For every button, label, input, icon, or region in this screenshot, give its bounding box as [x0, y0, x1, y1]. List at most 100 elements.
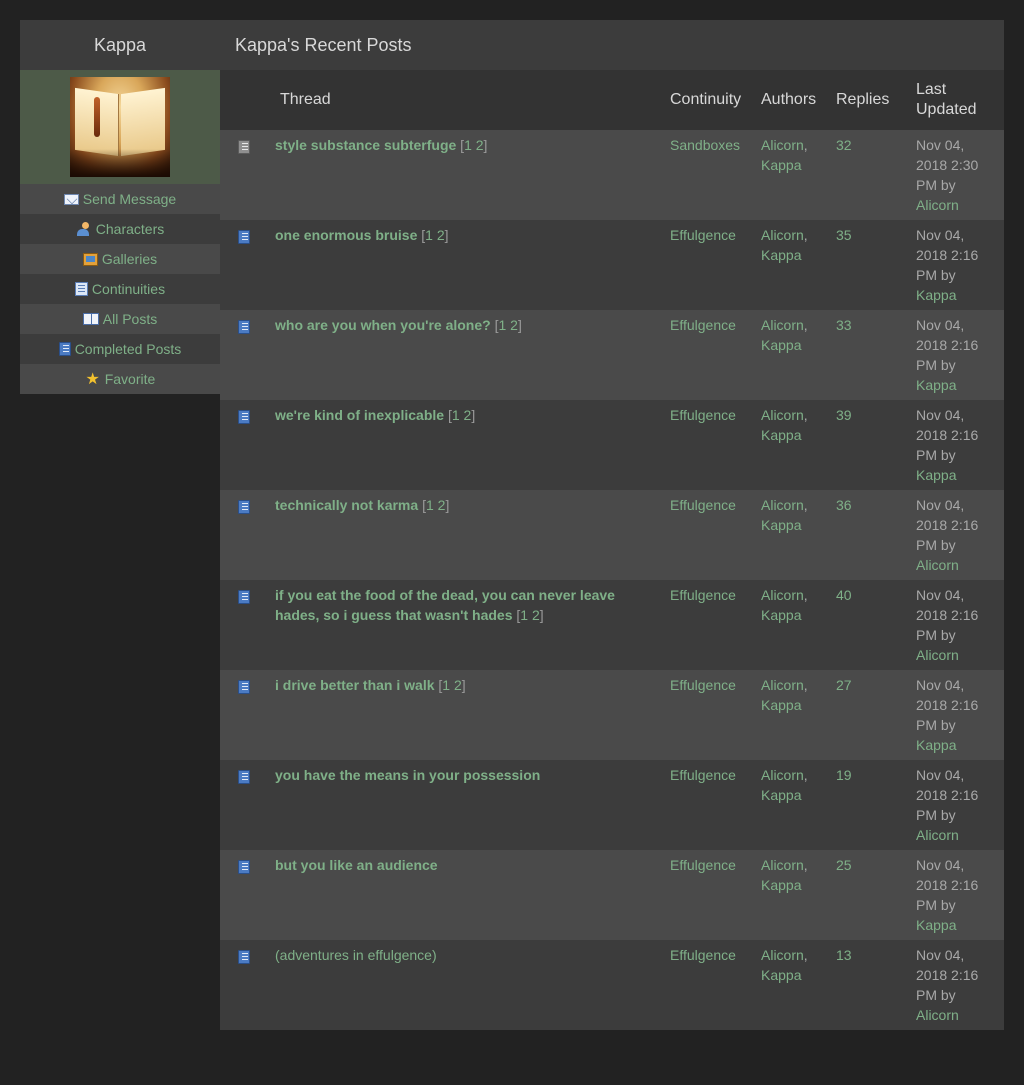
last-updated-by-link[interactable]: Alicorn: [916, 197, 959, 213]
author-link[interactable]: Kappa: [761, 157, 801, 173]
page-link-2[interactable]: 2: [464, 407, 472, 423]
last-updated-by-link[interactable]: Kappa: [916, 377, 956, 393]
replies-count-link[interactable]: 32: [836, 137, 852, 153]
author-link[interactable]: Kappa: [761, 247, 801, 263]
author-link[interactable]: Alicorn: [761, 407, 804, 423]
avatar[interactable]: [70, 77, 170, 177]
galleries-link[interactable]: Galleries: [20, 244, 220, 274]
thread-link[interactable]: one enormous bruise: [275, 227, 417, 243]
last-updated-by-link[interactable]: Kappa: [916, 287, 956, 303]
replies-count-link[interactable]: 19: [836, 767, 852, 783]
replies-count-link[interactable]: 40: [836, 587, 852, 603]
continuity-link[interactable]: Effulgence: [670, 587, 736, 603]
continuity-cell: Effulgence: [665, 400, 756, 490]
author-link[interactable]: Alicorn: [761, 227, 804, 243]
thread-cell: (adventures in effulgence): [270, 940, 665, 1030]
continuity-link[interactable]: Sandboxes: [670, 137, 740, 153]
replies-count-link[interactable]: 27: [836, 677, 852, 693]
last-updated-text: Nov 04, 2018 2:16 PM by: [916, 587, 979, 643]
page-link-1[interactable]: 1: [426, 497, 434, 513]
book-icon: [238, 230, 250, 244]
thread-link[interactable]: if you eat the food of the dead, you can…: [275, 587, 615, 623]
last-updated-by-link[interactable]: Alicorn: [916, 647, 959, 663]
last-updated-by-link[interactable]: Alicorn: [916, 1007, 959, 1023]
last-updated-by-link[interactable]: Alicorn: [916, 557, 959, 573]
continuity-link[interactable]: Effulgence: [670, 497, 736, 513]
replies-count-link[interactable]: 13: [836, 947, 852, 963]
replies-count-link[interactable]: 39: [836, 407, 852, 423]
thread-link[interactable]: who are you when you're alone?: [275, 317, 491, 333]
author-link[interactable]: Alicorn: [761, 947, 804, 963]
continuity-link[interactable]: Effulgence: [670, 857, 736, 873]
author-link[interactable]: Kappa: [761, 697, 801, 713]
thread-link[interactable]: you have the means in your possession: [275, 767, 540, 783]
continuity-link[interactable]: Effulgence: [670, 677, 736, 693]
continuity-cell: Effulgence: [665, 760, 756, 850]
replies-count-link[interactable]: 36: [836, 497, 852, 513]
continuity-link[interactable]: Effulgence: [670, 947, 736, 963]
page-link-1[interactable]: 1: [464, 137, 472, 153]
continuities-label: Continuities: [91, 281, 166, 297]
thread-link[interactable]: but you like an audience: [275, 857, 438, 873]
thread-link[interactable]: we're kind of inexplicable: [275, 407, 444, 423]
author-link[interactable]: Alicorn: [761, 677, 804, 693]
author-link[interactable]: Kappa: [761, 427, 801, 443]
page-link-1[interactable]: 1: [498, 317, 506, 333]
favorite-link[interactable]: ★ Favorite: [20, 364, 220, 394]
page-link-2[interactable]: 2: [438, 497, 446, 513]
page-link-2[interactable]: 2: [476, 137, 484, 153]
page-link-1[interactable]: 1: [452, 407, 460, 423]
last-updated-by-link[interactable]: Alicorn: [916, 827, 959, 843]
last-updated-text: Nov 04, 2018 2:30 PM by: [916, 137, 979, 193]
continuity-link[interactable]: Effulgence: [670, 317, 736, 333]
continuities-link[interactable]: Continuities: [20, 274, 220, 304]
author-link[interactable]: Alicorn: [761, 317, 804, 333]
page-link-2[interactable]: 2: [454, 677, 462, 693]
page-link-1[interactable]: 1: [425, 227, 433, 243]
table-row: one enormous bruise [1 2] Effulgence Ali…: [220, 220, 1004, 310]
page-link-2[interactable]: 2: [437, 227, 445, 243]
last-updated-by-link[interactable]: Kappa: [916, 917, 956, 933]
continuity-cell: Sandboxes: [665, 130, 756, 220]
last-updated-by-link[interactable]: Kappa: [916, 467, 956, 483]
author-link[interactable]: Alicorn: [761, 587, 804, 603]
author-link[interactable]: Alicorn: [761, 137, 804, 153]
all-posts-link[interactable]: All Posts: [20, 304, 220, 334]
status-cell: [220, 940, 270, 1030]
thread-link[interactable]: technically not karma: [275, 497, 418, 513]
thread-link[interactable]: style substance subterfuge: [275, 137, 456, 153]
last-updated-text: Nov 04, 2018 2:16 PM by: [916, 407, 979, 463]
continuity-column-header: Continuity: [670, 91, 742, 108]
continuity-link[interactable]: Effulgence: [670, 227, 736, 243]
replies-count-link[interactable]: 35: [836, 227, 852, 243]
replies-count-link[interactable]: 25: [836, 857, 852, 873]
author-link[interactable]: Kappa: [761, 607, 801, 623]
last-updated-cell: Nov 04, 2018 2:16 PM by Alicorn: [911, 490, 1004, 580]
characters-link[interactable]: Characters: [20, 214, 220, 244]
last-updated-by-link[interactable]: Kappa: [916, 737, 956, 753]
thread-link[interactable]: (adventures in effulgence): [275, 947, 437, 963]
page-link-1[interactable]: 1: [520, 607, 528, 623]
author-link[interactable]: Kappa: [761, 967, 801, 983]
page-links: [1 2]: [516, 607, 544, 623]
author-link[interactable]: Kappa: [761, 877, 801, 893]
completed-posts-link[interactable]: Completed Posts: [20, 334, 220, 364]
author-link[interactable]: Kappa: [761, 337, 801, 353]
author-link[interactable]: Kappa: [761, 517, 801, 533]
thread-link[interactable]: i drive better than i walk: [275, 677, 435, 693]
continuity-link[interactable]: Effulgence: [670, 407, 736, 423]
continuity-link[interactable]: Effulgence: [670, 767, 736, 783]
page-link-1[interactable]: 1: [442, 677, 450, 693]
recent-posts-panel: Kappa's Recent Posts Thread Continuity A…: [220, 20, 1004, 1030]
page-link-2[interactable]: 2: [510, 317, 518, 333]
author-link[interactable]: Alicorn: [761, 857, 804, 873]
authors-column-header: Authors: [761, 91, 817, 108]
page-link-2[interactable]: 2: [532, 607, 540, 623]
page-links: [1 2]: [422, 497, 450, 513]
table-row: style substance subterfuge [1 2] Sandbox…: [220, 130, 1004, 220]
replies-count-link[interactable]: 33: [836, 317, 852, 333]
author-link[interactable]: Alicorn: [761, 767, 804, 783]
author-link[interactable]: Kappa: [761, 787, 801, 803]
send-message-link[interactable]: Send Message: [20, 184, 220, 214]
author-link[interactable]: Alicorn: [761, 497, 804, 513]
